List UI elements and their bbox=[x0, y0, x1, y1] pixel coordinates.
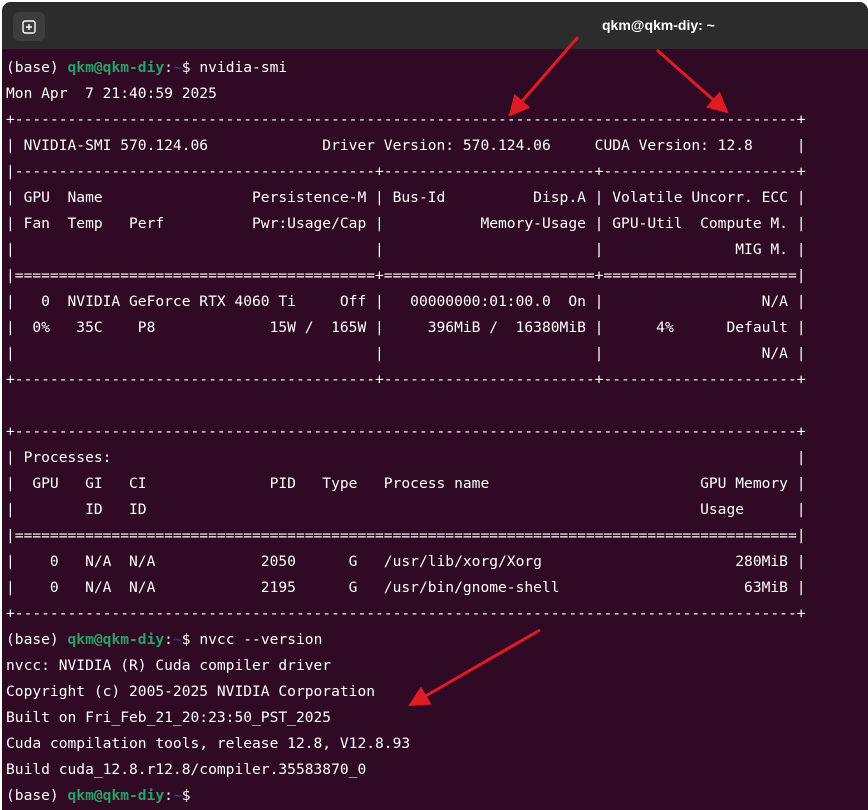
command-text: nvidia-smi bbox=[199, 59, 288, 76]
terminal-window: qkm@qkm-diy: ~ (base) qkm@qkm-diy:~$ nvi… bbox=[2, 2, 868, 810]
output-line: | Processes: | bbox=[6, 449, 806, 466]
output-line: +---------------------------------------… bbox=[6, 371, 806, 388]
command-text: nvcc --version bbox=[199, 631, 323, 648]
prompt-user-host: qkm@qkm-diy bbox=[67, 787, 165, 804]
output-line: | 0 N/A N/A 2195 G /usr/bin/gnome-shell … bbox=[6, 579, 806, 596]
prompt-user-host: qkm@qkm-diy bbox=[67, 631, 165, 648]
output-line: | | | N/A | bbox=[6, 345, 806, 362]
output-line: +---------------------------------------… bbox=[6, 111, 806, 128]
output-line: | 0 N/A N/A 2050 G /usr/lib/xorg/Xorg 28… bbox=[6, 553, 806, 570]
title-bar: qkm@qkm-diy: ~ bbox=[2, 2, 868, 49]
output-line: |=======================================… bbox=[6, 267, 806, 284]
prompt-env: (base) bbox=[6, 631, 68, 648]
prompt-dollar: $ bbox=[181, 59, 200, 76]
prompt-path: ~ bbox=[172, 787, 182, 804]
output-line: | ID ID Usage | bbox=[6, 501, 806, 518]
output-line: | | | MIG M. | bbox=[6, 241, 806, 258]
output-line: Cuda compilation tools, release 12.8, V1… bbox=[6, 735, 411, 752]
prompt-env: (base) bbox=[6, 59, 68, 76]
prompt-dollar: $ bbox=[181, 631, 200, 648]
output-line: | 0% 35C P8 15W / 165W | 396MiB / 16380M… bbox=[6, 319, 806, 336]
prompt-dollar: $ bbox=[181, 787, 200, 804]
output-line: +---------------------------------------… bbox=[6, 605, 806, 622]
output-line: | GPU Name Persistence-M | Bus-Id Disp.A… bbox=[6, 189, 806, 206]
prompt-line-2: (base) qkm@qkm-diy:~$ nvcc --version bbox=[6, 627, 866, 653]
prompt-env: (base) bbox=[6, 787, 68, 804]
window-title: qkm@qkm-diy: ~ bbox=[602, 17, 715, 33]
output-line: | 0 NVIDIA GeForce RTX 4060 Ti Off | 000… bbox=[6, 293, 806, 310]
prompt-path: ~ bbox=[172, 631, 182, 648]
terminal-output[interactable]: (base) qkm@qkm-diy:~$ nvidia-smi Mon Apr… bbox=[6, 55, 866, 809]
output-line: Copyright (c) 2005-2025 NVIDIA Corporati… bbox=[6, 683, 376, 700]
output-line: Build cuda_12.8.r12.8/compiler.35583870_… bbox=[6, 761, 367, 778]
prompt-path: ~ bbox=[172, 59, 182, 76]
output-line: | GPU GI CI PID Type Process name GPU Me… bbox=[6, 475, 806, 492]
prompt-line-1: (base) qkm@qkm-diy:~$ nvidia-smi bbox=[6, 55, 866, 81]
prompt-line-3: (base) qkm@qkm-diy:~$ bbox=[6, 783, 866, 809]
prompt-separator: : bbox=[164, 631, 173, 648]
output-line: | Fan Temp Perf Pwr:Usage/Cap | Memory-U… bbox=[6, 215, 806, 232]
prompt-separator: : bbox=[164, 59, 173, 76]
output-line: +---------------------------------------… bbox=[6, 423, 806, 440]
output-line: | NVIDIA-SMI 570.124.06 Driver Version: … bbox=[6, 137, 806, 154]
output-line: Built on Fri_Feb_21_20:23:50_PST_2025 bbox=[6, 709, 332, 726]
output-line: |---------------------------------------… bbox=[6, 163, 806, 180]
prompt-user-host: qkm@qkm-diy bbox=[67, 59, 165, 76]
output-line: nvcc: NVIDIA (R) Cuda compiler driver bbox=[6, 657, 332, 674]
output-line: |=======================================… bbox=[6, 527, 806, 544]
output-line: Mon Apr 7 21:40:59 2025 bbox=[6, 85, 217, 102]
prompt-separator: : bbox=[164, 787, 173, 804]
